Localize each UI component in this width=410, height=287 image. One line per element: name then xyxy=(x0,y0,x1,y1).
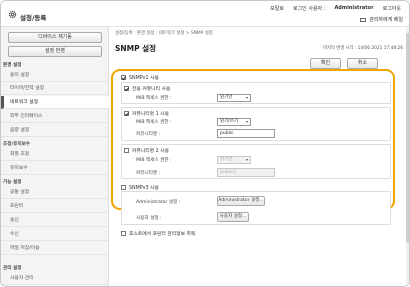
community1-label: 커뮤니티명 1 사용 xyxy=(132,112,169,117)
mail-to-admin-link[interactable]: 관리자에게 메일 xyxy=(360,16,403,23)
chevron-down-icon xyxy=(246,97,248,99)
user-settings-label: 사용자 설정 : xyxy=(136,216,162,221)
snmpv1-row[interactable]: SNMPv1 사용 xyxy=(121,74,159,81)
sidebar-item-file-storage[interactable]: 파일 저장/이용 xyxy=(1,242,109,255)
sidebar-heading-management: 관리 설정 xyxy=(3,266,22,271)
sidebar-heading-preferences: 환경 설정 xyxy=(3,63,22,68)
logout-link[interactable]: 로그아웃 xyxy=(383,5,401,12)
cancel-button[interactable]: 취소 xyxy=(347,58,378,69)
snmpv3-group: Administrator 설정 : Administrator 설정... 사… xyxy=(121,191,391,225)
top-links: 포탈로 로그인 사용자 : Administrator 로그아웃 xyxy=(270,5,401,12)
community2-group: 커뮤니티명 2 사용 MIB 액세스 권한 : 읽기만 커뮤니티명 : publ… xyxy=(121,144,391,179)
dedicated-community-group: 전용 커뮤니티 사용 MIB 액세스 권한 : 읽기만 xyxy=(121,82,391,104)
sidebar-item-receive[interactable]: 수신 xyxy=(1,228,109,241)
breadcrumb: 설정/등록 : 환경 설정 : 네트워크 설정 > SNMP 설정 xyxy=(115,31,213,36)
community2-mib-select[interactable]: 읽기만 xyxy=(217,156,251,164)
community1-mib-value: 읽기/쓰기 xyxy=(220,119,239,124)
app-window: 설정/등록 포탈로 로그인 사용자 : Administrator 로그아웃 관… xyxy=(0,0,410,287)
community2-mib-label: MIB 액세스 권한 : xyxy=(136,158,172,163)
main-panel: 설정/등록 : 환경 설정 : 네트워크 설정 > SNMP 설정 SNMP 설… xyxy=(109,27,409,286)
community2-checkbox[interactable] xyxy=(124,148,129,153)
community1-name-label: 커뮤니티명 : xyxy=(136,132,161,137)
community1-mib-label: MIB 액세스 권한 : xyxy=(136,120,172,125)
community1-row[interactable]: 커뮤니티명 1 사용 xyxy=(124,110,169,117)
community2-row[interactable]: 커뮤니티명 2 사용 xyxy=(124,147,169,154)
scrollbar[interactable] xyxy=(406,27,409,286)
sidebar-item-network[interactable]: 네트워크 설정 xyxy=(1,96,109,109)
sidebar-heading-function: 기능 설정 xyxy=(3,180,22,185)
top-bar: 설정/등록 포탈로 로그인 사용자 : Administrator 로그아웃 관… xyxy=(1,1,409,27)
login-user-label: 로그인 사용자 : xyxy=(292,6,326,12)
snmpv1-checkbox[interactable] xyxy=(121,75,126,80)
dedicated-community-row[interactable]: 전용 커뮤니티 사용 xyxy=(124,85,170,92)
sidebar: 디바이스 재기동 설정 반영 환경 설정 용지 설정 타이머/전력 설정 네트워… xyxy=(1,27,109,286)
sidebar-item-user-management[interactable]: 사용자 관리 xyxy=(1,272,109,285)
mail-to-admin-label: 관리자에게 메일 xyxy=(369,17,403,23)
community1-name-input[interactable]: public xyxy=(217,129,275,138)
host-info-label: 호스트에서 프린터 관리정보 취득 xyxy=(129,232,196,237)
sidebar-item-image-adjust[interactable]: 화질 조정 xyxy=(1,148,109,161)
sidebar-item-timer[interactable]: 타이머/전력 설정 xyxy=(1,82,109,95)
community2-mib-value: 읽기만 xyxy=(220,157,233,162)
dedicated-mib-select[interactable]: 읽기만 xyxy=(217,94,251,102)
gear-icon xyxy=(8,10,17,19)
mail-icon xyxy=(360,17,367,22)
snmpv1-label: SNMPv1 사용 xyxy=(129,76,159,81)
sidebar-item-external-interface[interactable]: 외부 인터페이스 xyxy=(1,110,109,123)
snmpv3-row[interactable]: SNMPv3 사용 xyxy=(121,184,159,191)
sidebar-item-common[interactable]: 공통 설정 xyxy=(1,186,109,199)
sidebar-heading-maintenance: 조정/유지보수 xyxy=(3,142,31,147)
dedicated-mib-value: 읽기만 xyxy=(220,95,233,100)
page-title: SNMP 설정 xyxy=(115,44,157,53)
community1-checkbox[interactable] xyxy=(124,111,129,116)
snmpv3-checkbox[interactable] xyxy=(121,185,126,190)
sidebar-item-paper[interactable]: 용지 설정 xyxy=(1,69,109,82)
dedicated-mib-label: MIB 액세스 권한 : xyxy=(136,96,172,101)
community1-group: 커뮤니티명 1 사용 MIB 액세스 권한 : 읽기/쓰기 커뮤니티명 : pu… xyxy=(121,107,391,141)
community2-name-input[interactable]: public2 xyxy=(217,168,275,177)
community2-name-label: 커뮤니티명 : xyxy=(136,171,161,176)
device-restart-button[interactable]: 디바이스 재기동 xyxy=(8,32,102,43)
ok-button[interactable]: 확인 xyxy=(310,58,341,69)
sidebar-item-volume[interactable]: 음량 설정 xyxy=(1,124,109,137)
dedicated-community-checkbox[interactable] xyxy=(124,86,129,91)
dedicated-community-label: 전용 커뮤니티 사용 xyxy=(132,87,171,92)
chevron-down-icon xyxy=(246,121,248,123)
host-info-checkbox[interactable] xyxy=(121,231,126,236)
sidebar-item-send[interactable]: 송신 xyxy=(1,214,109,227)
app-title: 설정/등록 xyxy=(20,14,47,22)
admin-settings-button[interactable]: Administrator 설정... xyxy=(217,196,265,206)
snmpv3-label: SNMPv3 사용 xyxy=(129,186,159,191)
login-user-name: Administrator xyxy=(334,5,374,11)
host-info-row[interactable]: 호스트에서 프린터 관리정보 취득 xyxy=(121,230,195,237)
apply-settings-button[interactable]: 설정 반영 xyxy=(8,46,102,57)
scroll-thumb[interactable] xyxy=(406,33,409,243)
portal-link[interactable]: 포탈로 xyxy=(270,5,284,12)
last-modified-timestamp: 마지막 변경 시각 : 14/06 2021 17:48:26 xyxy=(323,46,403,51)
sidebar-item-printer[interactable]: 프린터 xyxy=(1,200,109,213)
admin-settings-label: Administrator 설정 : xyxy=(136,200,181,205)
sidebar-item-maintenance[interactable]: 유지보수 xyxy=(1,162,109,175)
community2-label: 커뮤니티명 2 사용 xyxy=(132,149,169,154)
chevron-down-icon xyxy=(246,159,248,161)
community1-mib-select[interactable]: 읽기/쓰기 xyxy=(217,118,251,126)
user-settings-button[interactable]: 사용자 설정... xyxy=(217,212,249,222)
